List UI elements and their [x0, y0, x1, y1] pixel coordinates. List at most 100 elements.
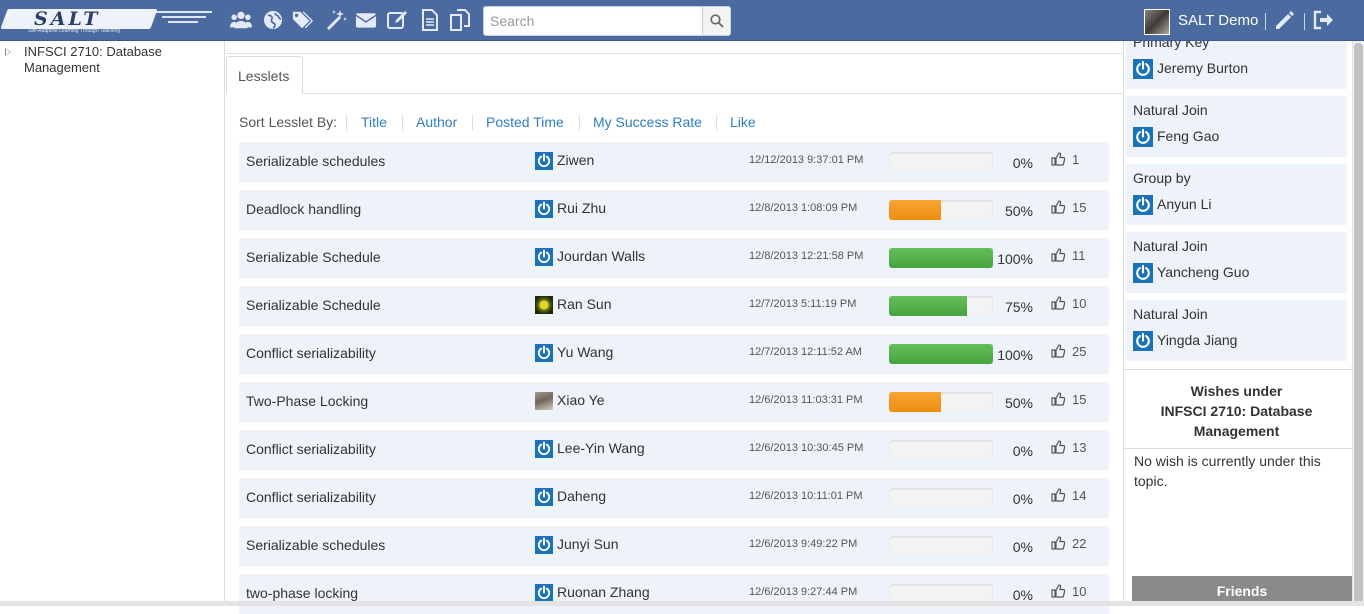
recent-lesslet-card[interactable]: Primary Key Jeremy Burton: [1126, 41, 1347, 89]
card-topic[interactable]: Natural Join: [1133, 102, 1208, 118]
lesslet-title[interactable]: two-phase locking: [246, 585, 358, 601]
card-author[interactable]: Jeremy Burton: [1157, 60, 1248, 76]
thumbs-up-icon[interactable]: [1051, 488, 1065, 502]
lesslet-author[interactable]: Ruonan Zhang: [557, 584, 650, 600]
expand-arrow-icon[interactable]: [5, 48, 11, 56]
card-author[interactable]: Anyun Li: [1157, 196, 1211, 212]
salt-logo[interactable]: SALT Self-Adaptive Learning Through Teac…: [0, 8, 212, 34]
success-rate-percent: 0%: [1012, 539, 1033, 555]
lesslet-row[interactable]: Conflict serializability Lee-Yin Wang 12/6…: [239, 430, 1109, 470]
power-avatar-icon: [1133, 195, 1153, 215]
lesslet-title[interactable]: Conflict serializability: [246, 489, 376, 505]
horizontal-scrollbar[interactable]: [0, 601, 1364, 606]
users-icon[interactable]: [230, 9, 254, 31]
thumbs-up-icon[interactable]: [1051, 344, 1065, 358]
lesslet-row[interactable]: two-phase locking Ruonan Zhang 12/6/2013 9…: [239, 574, 1109, 614]
card-topic[interactable]: Natural Join: [1133, 306, 1208, 322]
right-panel: Primary Key Jeremy Burton Natural Join Feng…: [1123, 41, 1352, 606]
document-icon[interactable]: [419, 9, 441, 31]
like-count: 13: [1072, 440, 1087, 455]
lesslet-author[interactable]: Daheng: [557, 488, 606, 504]
lesslet-title[interactable]: Serializable Schedule: [246, 249, 381, 265]
recent-lesslet-card[interactable]: Natural Join Feng Gao: [1126, 96, 1347, 157]
success-rate-percent: 50%: [1004, 203, 1033, 219]
thumbs-up-icon[interactable]: [1051, 248, 1065, 262]
card-author[interactable]: Feng Gao: [1157, 128, 1219, 144]
thumbs-up-icon[interactable]: [1051, 392, 1065, 406]
lesslet-title[interactable]: Two-Phase Locking: [246, 393, 368, 409]
success-rate-bar: [889, 344, 993, 364]
lesslet-posted-time: 12/6/2013 9:27:44 PM: [749, 586, 858, 598]
lesslet-posted-time: 12/6/2013 10:11:01 PM: [749, 490, 863, 502]
recent-lesslet-card[interactable]: Natural Join Yingda Jiang: [1126, 300, 1347, 361]
lesslet-author[interactable]: Xiao Ye: [557, 392, 605, 408]
thumbs-up-icon[interactable]: [1051, 296, 1065, 310]
logo-subtitle: Self-Adaptive Learning Through Teaching: [28, 28, 121, 34]
card-topic[interactable]: Group by: [1133, 170, 1191, 186]
copy-icon[interactable]: [449, 9, 471, 31]
card-author[interactable]: Yingda Jiang: [1157, 332, 1237, 348]
wishes-empty-message: No wish is currently under this topic.: [1134, 453, 1321, 489]
lesslet-posted-time: 12/7/2013 5:11:19 PM: [749, 298, 857, 310]
thumbs-up-icon[interactable]: [1051, 536, 1065, 550]
scrollbar-thumb[interactable]: [1354, 43, 1363, 603]
lesslet-author[interactable]: Rui Zhu: [557, 200, 606, 216]
recent-lesslet-card[interactable]: Natural Join Yancheng Guo: [1126, 232, 1347, 293]
lesslet-row[interactable]: Serializable schedules Ziwen 12/12/2013 9:…: [239, 142, 1109, 182]
success-rate-percent: 0%: [1012, 491, 1033, 507]
sort-by-success-rate[interactable]: My Success Rate: [593, 114, 702, 130]
sort-by-author[interactable]: Author: [416, 114, 457, 130]
lesslet-title[interactable]: Conflict serializability: [246, 441, 376, 457]
topic-tree-item[interactable]: INFSCI 2710: Database Management: [24, 44, 194, 76]
lesslet-posted-time: 12/7/2013 12:11:52 AM: [749, 346, 862, 358]
lesslet-row[interactable]: Deadlock handling Rui Zhu 12/8/2013 1:08:0…: [239, 190, 1109, 230]
sort-by-posted-time[interactable]: Posted Time: [486, 114, 564, 130]
recent-lesslet-card[interactable]: Group by Anyun Li: [1126, 164, 1347, 225]
lesslet-row[interactable]: Conflict serializability Daheng 12/6/2013 …: [239, 478, 1109, 518]
lesslet-title[interactable]: Serializable schedules: [246, 153, 385, 169]
lesslet-author[interactable]: Yu Wang: [557, 344, 613, 360]
pencil-icon[interactable]: [1273, 10, 1295, 32]
lesslet-row[interactable]: Conflict serializability Yu Wang 12/7/2013…: [239, 334, 1109, 374]
thumbs-up-icon[interactable]: [1051, 584, 1065, 598]
success-rate-percent: 75%: [1004, 299, 1033, 315]
edit-icon[interactable]: [386, 9, 408, 31]
sort-by-title[interactable]: Title: [361, 114, 387, 130]
lesslet-title[interactable]: Serializable Schedule: [246, 297, 381, 313]
logo-text: SALT: [34, 8, 101, 30]
tags-icon[interactable]: [292, 9, 316, 31]
card-topic[interactable]: Primary Key: [1133, 41, 1209, 50]
lesslet-author[interactable]: Ran Sun: [557, 296, 611, 312]
tab-lesslets[interactable]: Lesslets: [226, 56, 303, 94]
power-avatar-icon: [535, 536, 553, 554]
lesslet-author[interactable]: Junyi Sun: [557, 536, 618, 552]
lesslet-author[interactable]: Ziwen: [557, 152, 594, 168]
thumbs-up-icon[interactable]: [1051, 200, 1065, 214]
lesslet-author[interactable]: Jourdan Walls: [557, 248, 645, 264]
lesslet-row[interactable]: Serializable Schedule Ran Sun 12/7/2013 5:…: [239, 286, 1109, 326]
vertical-scrollbar[interactable]: [1352, 41, 1364, 606]
magic-wand-icon[interactable]: [325, 9, 347, 31]
sort-by-like[interactable]: Like: [730, 114, 756, 130]
lesslet-row[interactable]: Serializable schedules Junyi Sun 12/6/2013…: [239, 526, 1109, 566]
lesslet-posted-time: 12/12/2013 9:37:01 PM: [749, 154, 864, 166]
thumbs-up-icon[interactable]: [1051, 440, 1065, 454]
success-rate-fill: [889, 392, 941, 412]
globe-icon[interactable]: [262, 9, 284, 31]
search-button[interactable]: [702, 7, 730, 35]
lesslet-row[interactable]: Two-Phase Locking Xiao Ye 12/6/2013 11:03:…: [239, 382, 1109, 422]
lesslet-title[interactable]: Conflict serializability: [246, 345, 376, 361]
logout-icon[interactable]: [1312, 9, 1334, 31]
like-count: 15: [1072, 392, 1087, 407]
thumbs-up-icon[interactable]: [1051, 152, 1065, 166]
card-topic[interactable]: Natural Join: [1133, 238, 1208, 254]
envelope-icon[interactable]: [355, 9, 378, 31]
user-avatar[interactable]: [1144, 9, 1170, 35]
user-name[interactable]: SALT Demo: [1178, 12, 1258, 29]
lesslet-row[interactable]: Serializable Schedule Jourdan Walls 12/8/2…: [239, 238, 1109, 278]
search-input[interactable]: [484, 7, 703, 35]
lesslet-title[interactable]: Deadlock handling: [246, 201, 361, 217]
card-author[interactable]: Yancheng Guo: [1157, 264, 1249, 280]
lesslet-author[interactable]: Lee-Yin Wang: [557, 440, 645, 456]
lesslet-title[interactable]: Serializable schedules: [246, 537, 385, 553]
